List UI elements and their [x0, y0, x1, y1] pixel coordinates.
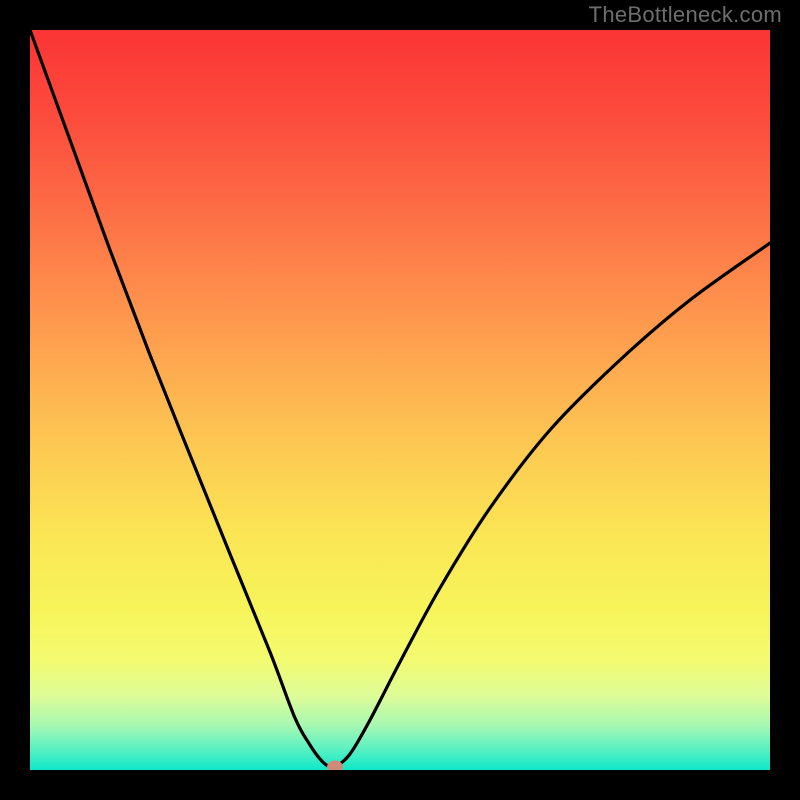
bottleneck-curve-svg [30, 30, 770, 770]
bottleneck-marker [327, 761, 343, 771]
bottleneck-curve [30, 30, 770, 768]
plot-area [30, 30, 770, 770]
watermark-text: TheBottleneck.com [589, 2, 782, 28]
chart-frame: TheBottleneck.com [0, 0, 800, 800]
